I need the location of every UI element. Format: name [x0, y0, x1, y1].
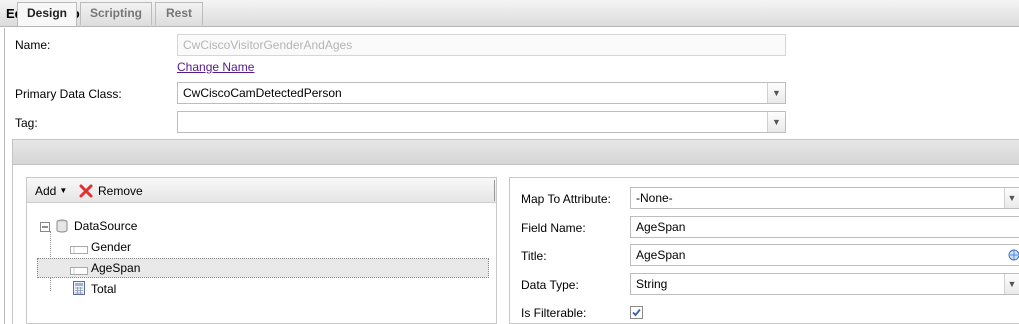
- field-name-label: Field Name:: [521, 221, 586, 235]
- field-name-input[interactable]: AgeSpan: [630, 216, 1019, 238]
- title-value: AgeSpan: [636, 248, 686, 262]
- map-to-attribute-label: Map To Attribute:: [521, 192, 611, 206]
- remove-label: Remove: [98, 184, 143, 198]
- primary-data-class-select[interactable]: CwCiscoCamDetectedPerson: [177, 82, 786, 104]
- data-type-label: Data Type:: [521, 278, 579, 292]
- add-button[interactable]: Add ▼: [35, 183, 67, 199]
- field-name-value: AgeSpan: [636, 220, 686, 234]
- is-filterable-label: Is Filterable:: [521, 306, 587, 320]
- tab-design[interactable]: Design: [17, 2, 77, 26]
- chevron-down-icon[interactable]: ▼: [1004, 188, 1019, 208]
- chevron-down-icon[interactable]: ▼: [767, 112, 785, 132]
- tab-rest[interactable]: Rest: [155, 2, 203, 25]
- window-title: Edit data source: [0, 0, 1019, 27]
- add-label: Add: [35, 184, 57, 198]
- tree-root-datasource[interactable]: DataSource: [74, 218, 137, 234]
- calculator-icon: [72, 281, 86, 295]
- name-label: Name:: [15, 38, 51, 52]
- tree-item-agespan[interactable]: AgeSpan: [91, 260, 140, 276]
- field-icon: [70, 264, 88, 275]
- primary-data-class-label: Primary Data Class:: [15, 87, 122, 101]
- field-icon: [70, 243, 88, 254]
- chevron-down-icon[interactable]: ▼: [1004, 274, 1019, 294]
- tab-scripting[interactable]: Scripting: [80, 2, 152, 25]
- translate-icon[interactable]: [1007, 247, 1019, 263]
- map-to-attribute-value: -None-: [636, 191, 673, 205]
- chevron-down-icon[interactable]: ▼: [767, 83, 785, 103]
- tag-label: Tag:: [15, 116, 38, 130]
- name-field: CwCiscoVisitorGenderAndAges: [177, 34, 786, 56]
- remove-icon: [79, 184, 93, 198]
- tag-select[interactable]: [177, 111, 786, 133]
- caret-down-icon: ▼: [59, 186, 68, 195]
- database-icon: [55, 219, 69, 233]
- is-filterable-checkbox[interactable]: [630, 306, 643, 319]
- tree-item-gender[interactable]: Gender: [91, 239, 131, 255]
- data-type-select[interactable]: String: [630, 273, 1019, 295]
- collapse-icon[interactable]: [40, 221, 50, 232]
- title-input[interactable]: AgeSpan: [630, 244, 1019, 266]
- tab-strip: [12, 139, 1019, 165]
- change-name-link[interactable]: Change Name: [177, 60, 254, 74]
- tree-item-total[interactable]: Total: [91, 281, 116, 297]
- checkmark-icon: [632, 308, 641, 317]
- name-value: CwCiscoVisitorGenderAndAges: [183, 38, 353, 52]
- title-label: Title:: [521, 249, 547, 263]
- primary-data-class-value: CwCiscoCamDetectedPerson: [183, 86, 342, 100]
- data-type-value: String: [636, 277, 668, 291]
- map-to-attribute-select[interactable]: -None-: [630, 187, 1019, 209]
- toolbar-divider: [494, 180, 495, 201]
- remove-button[interactable]: Remove: [79, 183, 143, 199]
